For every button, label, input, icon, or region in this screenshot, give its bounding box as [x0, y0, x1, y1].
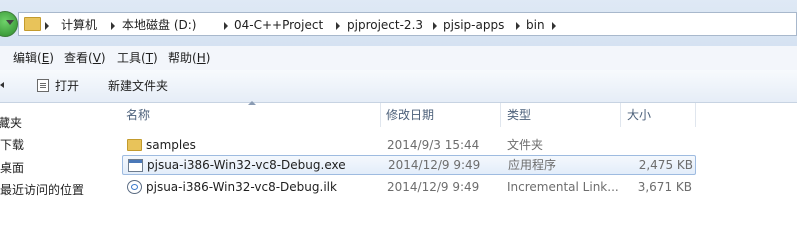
file-type: 应用程序 [508, 158, 557, 172]
breadcrumb-pjsip-apps[interactable]: pjsip-apps [443, 17, 504, 33]
column-divider[interactable] [695, 103, 696, 127]
column-divider[interactable] [500, 103, 501, 127]
menu-view[interactable]: 查看(V) [64, 50, 106, 66]
file-list: 名称 修改日期 类型 大小 samples 2014/9/3 15:44 文件夹… [118, 101, 797, 244]
chevron-right-icon[interactable] [45, 22, 49, 30]
file-type: Incremental Link... [507, 180, 619, 194]
chevron-right-icon[interactable] [336, 22, 340, 30]
address-strip: 计算机 本地磁盘 (D:) 04-C++Project pjproject-2.… [0, 0, 797, 46]
breadcrumb-drive[interactable]: 本地磁盘 (D:) [122, 17, 196, 33]
file-size [622, 135, 692, 155]
file-row[interactable]: pjsua-i386-Win32-vc8-Debug.ilk 2014/12/9… [122, 177, 696, 197]
nav-item-recent-places[interactable]: 最近访问的位置 [0, 181, 84, 199]
file-size: 3,671 KB [637, 180, 692, 194]
file-name: samples [146, 138, 196, 152]
chevron-right-icon[interactable] [552, 22, 556, 30]
nav-item-desktop[interactable]: 桌面 [0, 159, 24, 177]
column-header-type[interactable]: 类型 [507, 103, 531, 127]
file-name: pjsua-i386-Win32-vc8-Debug.exe [147, 158, 346, 172]
file-name: pjsua-i386-Win32-vc8-Debug.ilk [146, 180, 337, 194]
menu-tools[interactable]: 工具(T) [117, 50, 158, 66]
menu-help[interactable]: 帮助(H) [168, 50, 210, 66]
menu-edit[interactable]: 编辑(E) [13, 50, 54, 66]
chevron-left-icon[interactable] [0, 82, 4, 88]
chevron-right-icon[interactable] [224, 22, 228, 30]
chevron-right-icon[interactable] [111, 22, 115, 30]
history-dropdown-icon[interactable] [6, 20, 14, 25]
column-divider[interactable] [380, 103, 381, 127]
file-row[interactable]: samples 2014/9/3 15:44 文件夹 [122, 135, 696, 155]
column-header-size[interactable]: 大小 [627, 103, 651, 127]
chevron-right-icon[interactable] [433, 22, 437, 30]
folder-icon [24, 17, 41, 31]
application-icon [128, 159, 143, 172]
breadcrumb-bin[interactable]: bin [526, 17, 545, 33]
address-bar[interactable]: 计算机 本地磁盘 (D:) 04-C++Project pjproject-2.… [18, 12, 797, 36]
nav-item-favorites[interactable]: 藏夹 [0, 114, 22, 132]
file-date: 2014/9/3 15:44 [387, 138, 480, 152]
new-folder-button[interactable]: 新建文件夹 [108, 78, 168, 94]
breadcrumb-project[interactable]: 04-C++Project [234, 17, 323, 33]
column-header-date[interactable]: 修改日期 [386, 103, 434, 127]
file-type: 文件夹 [507, 138, 544, 152]
file-row-selected[interactable]: pjsua-i386-Win32-vc8-Debug.exe 2014/12/9… [122, 155, 696, 175]
navigation-pane: 藏夹 下载 桌面 最近访问的位置 [0, 103, 110, 244]
menu-bar: 编辑(E) 查看(V) 工具(T) 帮助(H) [0, 46, 797, 70]
file-date: 2014/12/9 9:49 [387, 180, 480, 194]
column-divider[interactable] [620, 103, 621, 127]
breadcrumb-pjproject[interactable]: pjproject-2.3 [347, 17, 423, 33]
chevron-right-icon[interactable] [516, 22, 520, 30]
command-bar: 打开 新建文件夹 [0, 70, 797, 103]
nav-item-downloads[interactable]: 下载 [0, 136, 24, 154]
file-date: 2014/12/9 9:49 [388, 158, 481, 172]
breadcrumb-computer[interactable]: 计算机 [61, 17, 97, 33]
sort-ascending-icon [248, 101, 256, 105]
open-icon [37, 79, 49, 92]
file-size: 2,475 KB [638, 158, 693, 172]
incremental-link-file-icon [127, 180, 142, 194]
folder-icon [127, 139, 142, 151]
open-button[interactable]: 打开 [55, 78, 79, 94]
column-header-name[interactable]: 名称 [126, 103, 150, 127]
